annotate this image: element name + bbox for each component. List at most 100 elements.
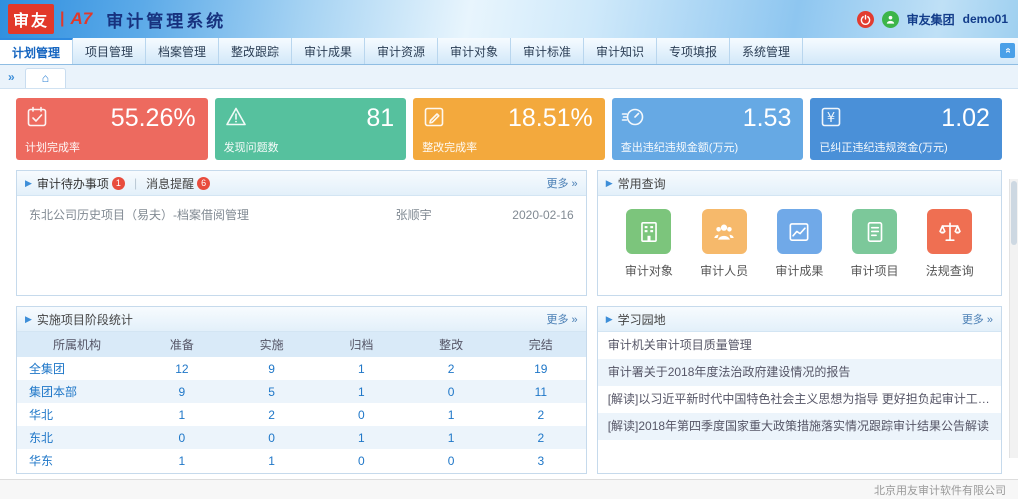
stage-count[interactable]: 2 [406,357,496,380]
org-name: 审友集团 [907,11,955,28]
stage-more-link[interactable]: 更多 » [547,311,578,327]
panel-arrow-icon: ▶ [25,178,32,189]
stat-label: 整改完成率 [422,139,477,155]
stage-count[interactable]: 0 [406,380,496,403]
stage-count[interactable]: 0 [316,449,406,472]
calendar-check-icon [25,105,49,134]
query-item-audit-objects[interactable]: 审计对象 [625,209,673,279]
table-header-row: 所属机构 准备 实施 归档 整改 完结 [17,332,586,357]
learning-list-item[interactable]: [解读]以习近平新时代中国特色社会主义思想为指导 更好担负起审计工作新... [598,386,1001,413]
stage-count[interactable]: 5 [227,380,317,403]
learning-more-link[interactable]: 更多 » [962,311,993,327]
vertical-scrollbar[interactable] [1009,179,1018,458]
tab-system-management[interactable]: 系统管理 [730,38,803,64]
stage-count[interactable]: 1 [227,449,317,472]
stat-value: 55.26% [111,104,196,133]
middle-panels-row: ▶ 审计待办事项 1 | 消息提醒 6 更多 » 东北公司历史项目（易夫）-档案… [16,170,1002,296]
tab-audit-knowledge[interactable]: 审计知识 [584,38,657,64]
query-item-audit-personnel[interactable]: 审计人员 [700,209,748,279]
stage-count[interactable]: 2 [496,403,586,426]
todo-more-link[interactable]: 更多 » [547,175,578,191]
stage-count[interactable]: 9 [137,380,227,403]
scrollbar-thumb[interactable] [1011,181,1017,245]
audit-management-app: 审友 | A7 审计管理系统 审友集团 demo01 计划管理 项目管理 档案管… [0,0,1018,499]
col-header-archive: 归档 [316,332,406,357]
yen-icon: ¥ [819,105,843,134]
query-item-audit-results[interactable]: 审计成果 [775,209,823,279]
stage-count[interactable]: 11 [496,380,586,403]
tab-rectification-tracking[interactable]: 整改跟踪 [219,38,292,64]
stage-count[interactable]: 0 [316,403,406,426]
tab-special-reporting[interactable]: 专项填报 [657,38,730,64]
learning-list-item[interactable]: 审计署关于2018年度法治政府建设情况的报告 [598,359,1001,386]
org-link[interactable]: 华东 [17,449,137,472]
stage-count[interactable]: 3 [496,449,586,472]
tab-archive-management[interactable]: 档案管理 [146,38,219,64]
collapse-chevron-icon[interactable]: » [1000,43,1015,58]
product-name: A7 [71,9,93,29]
stage-count[interactable]: 12 [137,357,227,380]
org-link[interactable]: 全集团 [17,357,137,380]
tab-audit-results[interactable]: 审计成果 [292,38,365,64]
stage-count[interactable]: 0 [137,426,227,449]
stat-label: 计划完成率 [25,139,80,155]
todo-item-date: 2020-02-16 [489,208,574,222]
query-item-audit-projects[interactable]: 审计项目 [851,209,899,279]
stat-label: 查出违纪违规金额(万元) [621,139,738,155]
power-icon[interactable] [857,11,874,28]
stat-card-plan-completion: 55.26% 计划完成率 [16,98,208,160]
col-header-complete: 完结 [496,332,586,357]
stage-count[interactable]: 1 [137,449,227,472]
query-item-regulation-search[interactable]: 法规查询 [926,209,974,279]
org-link[interactable]: 集团本部 [17,380,137,403]
user-name[interactable]: demo01 [963,12,1008,26]
stage-count[interactable]: 1 [316,380,406,403]
tab-separator: | [134,176,137,190]
svg-text:¥: ¥ [827,111,835,126]
stage-count[interactable]: 1 [406,426,496,449]
col-header-prepare: 准备 [137,332,227,357]
todo-tab[interactable]: 审计待办事项 [37,175,109,192]
messages-tab[interactable]: 消息提醒 [146,175,194,192]
app-header: 审友 | A7 审计管理系统 审友集团 demo01 [0,0,1018,38]
stage-count[interactable]: 2 [496,426,586,449]
stage-count[interactable]: 2 [227,403,317,426]
tab-audit-standards[interactable]: 审计标准 [511,38,584,64]
stat-card-issues-found: 81 发现问题数 [215,98,407,160]
stat-label: 已纠正违纪违规资金(万元) [819,139,947,155]
stage-count[interactable]: 1 [316,426,406,449]
edit-icon [422,105,446,134]
org-link[interactable]: 东北 [17,426,137,449]
stage-count[interactable]: 1 [406,403,496,426]
learning-list-item[interactable]: [解读]2018年第四季度国家重大政策措施落实情况跟踪审计结果公告解读 [598,413,1001,440]
tab-audit-objects[interactable]: 审计对象 [438,38,511,64]
app-title: 审计管理系统 [106,7,226,32]
learning-list-item[interactable]: 审计机关审计项目质量管理 [598,332,1001,359]
dashboard-content: 55.26% 计划完成率 81 发现问题数 18.51% [0,89,1018,479]
tab-project-management[interactable]: 项目管理 [73,38,146,64]
todo-panel-header: ▶ 审计待办事项 1 | 消息提醒 6 更多 » [17,171,586,196]
org-link[interactable]: 华北 [17,403,137,426]
scales-icon [927,209,972,254]
tab-plan-management[interactable]: 计划管理 [0,38,73,64]
query-item-label: 审计项目 [851,262,899,279]
stage-count[interactable]: 0 [227,426,317,449]
gauge-icon [621,105,645,134]
stage-count[interactable]: 1 [137,403,227,426]
user-avatar-icon[interactable] [882,11,899,28]
tab-audit-resources[interactable]: 审计资源 [365,38,438,64]
stage-count[interactable]: 0 [406,449,496,472]
people-icon [702,209,747,254]
query-item-label: 审计对象 [625,262,673,279]
table-row: 东北 0 0 1 1 2 [17,426,586,449]
common-query-title: 常用查询 [618,175,666,192]
col-header-rectify: 整改 [406,332,496,357]
stage-count[interactable]: 19 [496,357,586,380]
todo-list-item[interactable]: 东北公司历史项目（易夫）-档案借阅管理 张顺宇 2020-02-16 [17,196,586,233]
breadcrumb: » ⌂ [0,65,1018,89]
stage-count[interactable]: 9 [227,357,317,380]
logo: 审友 [8,4,54,34]
home-tab[interactable]: ⌂ [25,68,66,88]
stage-count[interactable]: 1 [316,357,406,380]
breadcrumb-chevrons-icon[interactable]: » [8,70,15,88]
